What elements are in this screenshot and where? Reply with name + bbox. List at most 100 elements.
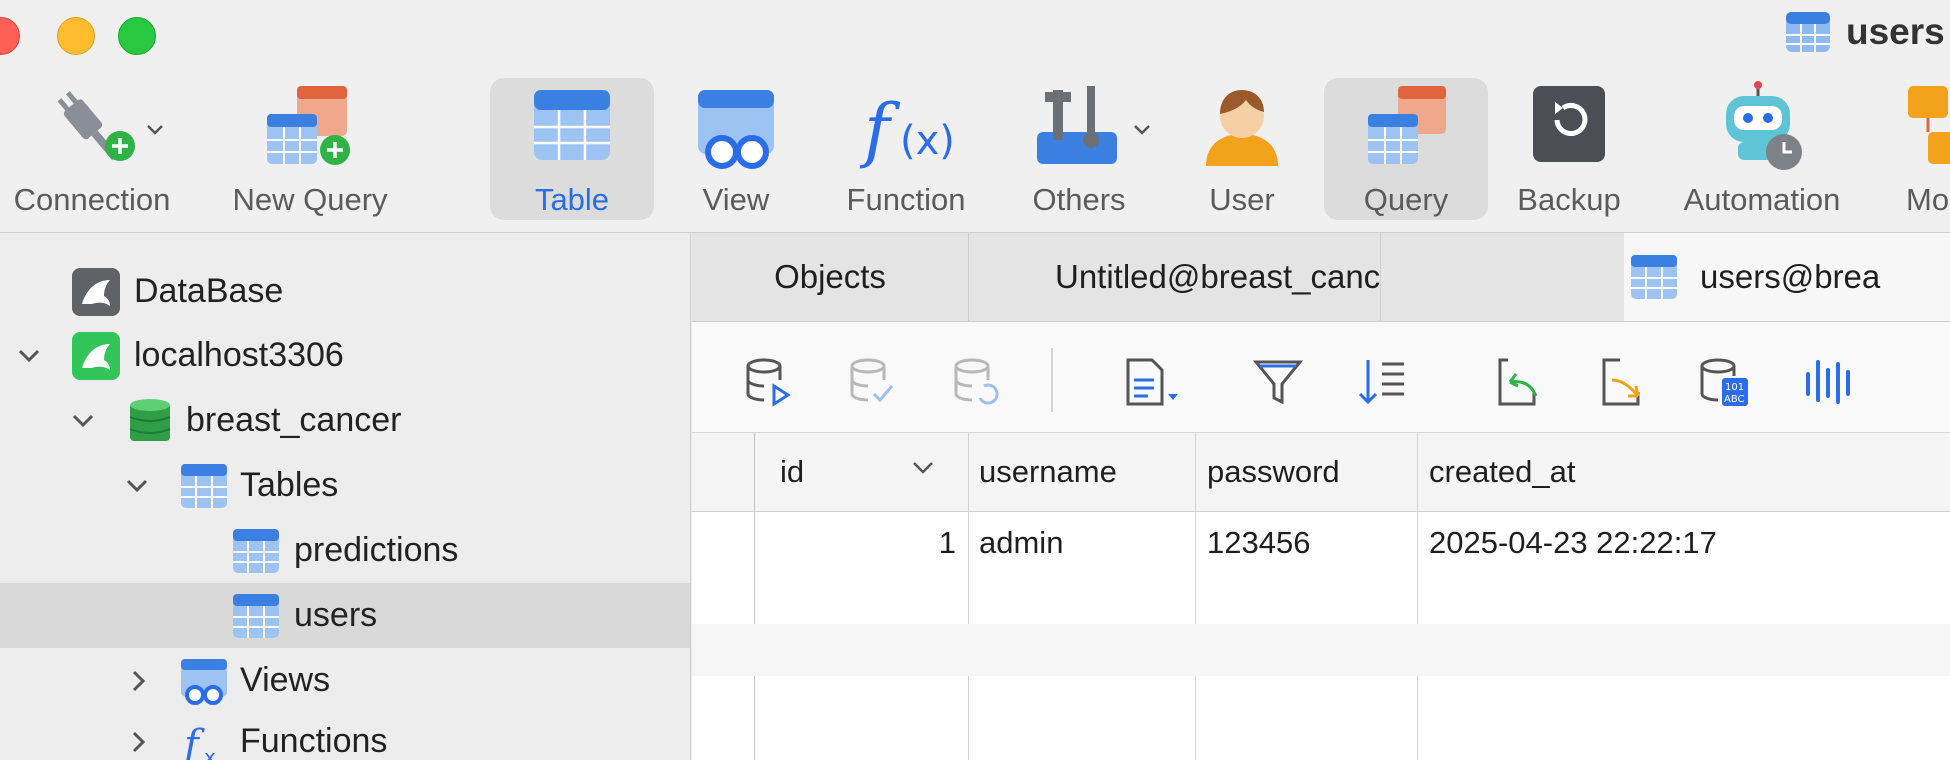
tab-label: users@brea bbox=[1700, 258, 1881, 295]
toolbar-connection-button[interactable]: Connection bbox=[0, 78, 184, 220]
sort-icon[interactable] bbox=[1356, 356, 1408, 408]
export-icon[interactable] bbox=[1594, 356, 1646, 408]
tree-item-table-users[interactable]: users bbox=[0, 583, 690, 648]
toolbar-function-label: Function bbox=[846, 182, 966, 217]
maximize-window-button[interactable] bbox=[118, 17, 156, 55]
table-icon bbox=[1786, 12, 1830, 52]
tree-item-database[interactable]: DataBase bbox=[0, 259, 690, 324]
editor-tab-bar: Objects Untitled@breast_cancer... users@… bbox=[692, 233, 1950, 322]
chevron-down-icon[interactable] bbox=[70, 408, 96, 434]
tree-item-connection[interactable]: localhost3306 bbox=[0, 323, 690, 388]
toolbar-automation-button[interactable]: Automation bbox=[1672, 78, 1852, 220]
toolbar-backup-button[interactable]: Backup bbox=[1510, 78, 1628, 220]
svg-text:101: 101 bbox=[1725, 382, 1744, 393]
toolbar-new-query-label: New Query bbox=[232, 182, 388, 217]
table-icon bbox=[181, 463, 227, 508]
column-separator bbox=[1195, 433, 1196, 760]
toolbar-user-button[interactable]: User bbox=[1192, 78, 1292, 220]
cell-value: admin bbox=[979, 525, 1064, 560]
tab-untitled-query[interactable]: Untitled@breast_cancer... bbox=[969, 233, 1381, 321]
cell-username[interactable]: admin bbox=[979, 512, 1189, 574]
tab-label: Untitled@breast_cancer... bbox=[1055, 258, 1381, 295]
close-window-button[interactable] bbox=[0, 17, 20, 55]
svg-text:f: f bbox=[859, 89, 901, 171]
column-separator bbox=[1417, 433, 1418, 760]
chevron-down-icon[interactable] bbox=[912, 461, 934, 475]
tree-item-tables[interactable]: Tables bbox=[0, 453, 690, 518]
begin-transaction-icon[interactable] bbox=[742, 356, 794, 408]
cell-value: 1 bbox=[938, 525, 956, 560]
cell-id[interactable]: 1 bbox=[754, 512, 956, 574]
commit-icon[interactable] bbox=[846, 356, 898, 408]
tree-item-schema[interactable]: breast_cancer bbox=[0, 388, 690, 453]
database-cylinder-icon bbox=[129, 398, 171, 441]
data-generation-icon[interactable]: 101 ABC bbox=[1698, 356, 1750, 408]
view-icon bbox=[181, 658, 227, 705]
svg-text:ABC: ABC bbox=[1724, 394, 1745, 405]
toolbar-query-button[interactable]: Query bbox=[1324, 78, 1488, 220]
minimize-window-button[interactable] bbox=[57, 17, 95, 55]
column-header-password[interactable]: password bbox=[1207, 433, 1407, 511]
table-icon bbox=[1631, 255, 1677, 299]
tab-users-table[interactable]: users@brea bbox=[1624, 233, 1950, 321]
cell-password[interactable]: 123456 bbox=[1207, 512, 1407, 574]
tools-icon bbox=[1037, 86, 1117, 164]
toolbar-view-label: View bbox=[702, 182, 770, 217]
toolbar-others-button[interactable]: Others bbox=[1020, 78, 1150, 220]
column-separator bbox=[968, 433, 969, 760]
data-grid: id username password created_at 1 admin … bbox=[692, 433, 1950, 760]
tab-objects[interactable]: Objects bbox=[692, 233, 969, 321]
model-icon bbox=[1908, 86, 1950, 164]
toolbar-view-button[interactable]: View bbox=[686, 78, 786, 220]
function-icon: f (x) bbox=[859, 89, 955, 171]
tree-item-label: localhost3306 bbox=[134, 336, 344, 374]
cell-value: 123456 bbox=[1207, 525, 1311, 560]
tree-item-views[interactable]: Views bbox=[0, 648, 690, 713]
svg-text:(x): (x) bbox=[900, 118, 955, 164]
chevron-right-icon[interactable] bbox=[126, 729, 152, 755]
window-title-text: users bbox=[1846, 11, 1945, 52]
toolbar-separator bbox=[1051, 348, 1053, 412]
rollback-icon[interactable] bbox=[950, 356, 1002, 408]
row-marker-separator bbox=[754, 433, 755, 760]
toolbar-model-button[interactable]: Mo bbox=[1900, 78, 1950, 220]
tree-item-label: breast_cancer bbox=[186, 401, 402, 439]
table-icon bbox=[233, 528, 279, 573]
grid-header-row: id username password created_at bbox=[692, 433, 1950, 512]
import-icon[interactable] bbox=[1490, 356, 1542, 408]
toolbar-connection-label: Connection bbox=[13, 182, 171, 217]
tab-label: Objects bbox=[774, 258, 886, 295]
empty-row-stripe bbox=[692, 624, 1950, 676]
cell-created-at[interactable]: 2025-04-23 22:22:17 bbox=[1429, 512, 1929, 574]
tree-item-label: DataBase bbox=[134, 272, 284, 310]
column-header-created-at[interactable]: created_at bbox=[1429, 433, 1929, 511]
svg-text:f: f bbox=[181, 722, 205, 760]
backup-icon bbox=[1533, 86, 1605, 162]
column-header-username[interactable]: username bbox=[979, 433, 1189, 511]
new-query-icon bbox=[267, 86, 350, 165]
toolbar-new-query-button[interactable]: New Query bbox=[222, 78, 398, 220]
toolbar-table-button[interactable]: Table bbox=[490, 78, 654, 220]
chevron-right-icon[interactable] bbox=[126, 668, 152, 694]
object-tree-sidebar: DataBase localhost3306 breast_cancer Tab… bbox=[0, 233, 691, 760]
column-header-label: password bbox=[1207, 454, 1340, 489]
toolbar-model-label: Mo bbox=[1906, 182, 1950, 217]
filter-icon[interactable] bbox=[1252, 356, 1304, 408]
tree-item-table-predictions[interactable]: predictions bbox=[0, 518, 690, 583]
column-header-label: id bbox=[780, 454, 805, 489]
toolbar-function-button[interactable]: f (x) Function bbox=[836, 78, 976, 220]
user-icon bbox=[1206, 90, 1278, 166]
audio-wave-icon[interactable] bbox=[1802, 356, 1854, 408]
column-header-label: created_at bbox=[1429, 454, 1576, 489]
toolbar-query-label: Query bbox=[1363, 182, 1449, 217]
chevron-down-icon[interactable] bbox=[124, 473, 150, 499]
tree-item-label: predictions bbox=[294, 531, 459, 569]
toolbar-others-label: Others bbox=[1032, 182, 1126, 217]
text-view-icon[interactable] bbox=[1120, 356, 1184, 408]
data-toolbar: 101 ABC bbox=[692, 322, 1950, 433]
cell-value: 2025-04-23 22:22:17 bbox=[1429, 525, 1717, 560]
chevron-down-icon[interactable] bbox=[16, 343, 42, 369]
toolbar-automation-label: Automation bbox=[1683, 182, 1841, 217]
tree-item-functions[interactable]: f x Functions bbox=[0, 709, 690, 760]
top-toolbar: users Connection New Query Table View f … bbox=[0, 0, 1950, 233]
